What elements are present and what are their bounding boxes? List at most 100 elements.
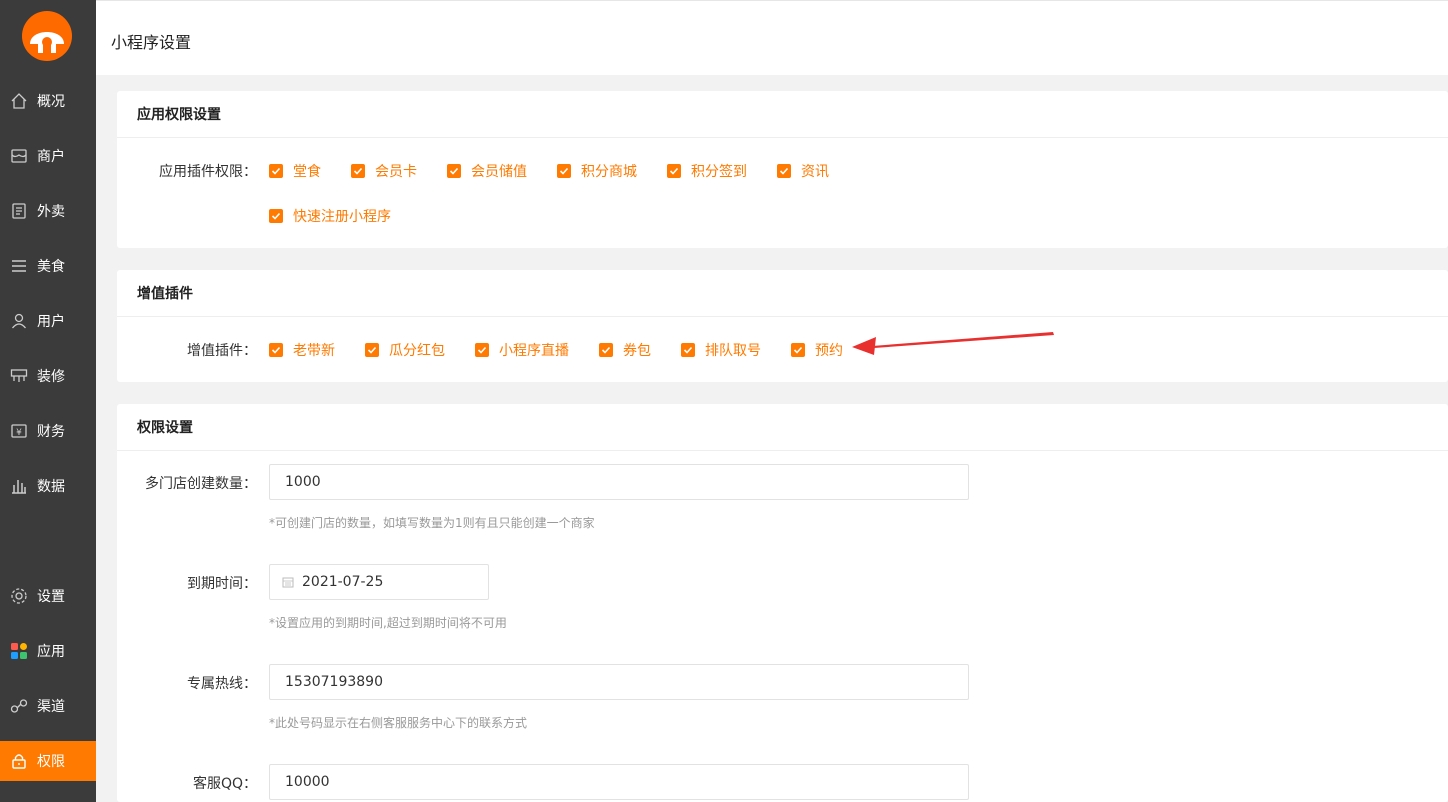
checkbox-label: 预约 — [815, 343, 843, 359]
checkbox-checked-icon — [365, 343, 379, 357]
app-plugin-label: 应用插件权限： — [159, 164, 257, 180]
home-icon — [10, 92, 28, 110]
checkbox-checked-icon — [777, 164, 791, 178]
hotline-hint: *此处号码显示在右侧客服服务中心下的联系方式 — [269, 716, 528, 730]
checkbox-checked-icon — [269, 209, 283, 223]
checkbox-points-signin[interactable]: 积分签到 — [667, 161, 747, 181]
checkbox-member-card[interactable]: 会员卡 — [351, 161, 417, 181]
checkbox-news[interactable]: 资讯 — [777, 161, 829, 181]
addons-label: 增值插件： — [187, 343, 257, 359]
card-title: 权限设置 — [117, 404, 1448, 451]
sidebar-item-decoration[interactable]: 装修 — [0, 356, 96, 396]
checkbox-label: 积分商城 — [581, 164, 637, 180]
checkbox-label: 排队取号 — [705, 343, 761, 359]
checkbox-label: 小程序直播 — [499, 343, 569, 359]
app-permissions-card: 应用权限设置 应用插件权限： 堂食 会员卡 会员储值 积分商城 积分签到 资讯 … — [117, 91, 1448, 248]
checkbox-label: 老带新 — [293, 343, 335, 359]
decorate-icon — [10, 367, 28, 385]
sidebar-item-label: 应用 — [37, 644, 65, 660]
sidebar-item-label: 财务 — [37, 424, 65, 440]
logo[interactable] — [22, 11, 72, 61]
logo-icon — [30, 32, 64, 53]
sidebar-item-finance[interactable]: ¥ 财务 — [0, 411, 96, 451]
checkbox-checked-icon — [475, 343, 489, 357]
menu-icon — [10, 257, 28, 275]
checkbox-reservation[interactable]: 预约 — [791, 340, 843, 360]
gear-icon — [10, 587, 28, 605]
checkbox-checked-icon — [681, 343, 695, 357]
sidebar-item-food[interactable]: 美食 — [0, 246, 96, 286]
chart-icon — [10, 477, 28, 495]
checkbox-checked-icon — [447, 164, 461, 178]
apps-icon — [10, 642, 28, 660]
sidebar-item-label: 数据 — [37, 479, 65, 495]
checkbox-checked-icon — [351, 164, 365, 178]
sidebar-item-label: 权限 — [37, 754, 65, 770]
sidebar-item-takeout[interactable]: 外卖 — [0, 191, 96, 231]
link-icon — [10, 697, 28, 715]
checkbox-checked-icon — [791, 343, 805, 357]
checkbox-checked-icon — [269, 343, 283, 357]
sidebar-item-merchant[interactable]: 商户 — [0, 136, 96, 176]
checkbox-checked-icon — [557, 164, 571, 178]
sidebar-item-label: 外卖 — [37, 204, 65, 220]
document-icon — [10, 202, 28, 220]
checkbox-live-stream[interactable]: 小程序直播 — [475, 340, 569, 360]
qq-value: 10000 — [285, 774, 330, 790]
permission-settings-card: 权限设置 多门店创建数量： 1000 *可创建门店的数量，如填写数量为1则有且只… — [117, 404, 1448, 802]
checkbox-label: 资讯 — [801, 164, 829, 180]
checkbox-label: 会员卡 — [375, 164, 417, 180]
checkbox-referral[interactable]: 老带新 — [269, 340, 335, 360]
sidebar-item-settings[interactable]: 设置 — [0, 576, 96, 616]
store-count-label: 多门店创建数量： — [145, 476, 257, 492]
sidebar-item-overview[interactable]: 概况 — [0, 81, 96, 121]
sidebar-item-label: 设置 — [37, 589, 65, 605]
hotline-label: 专属热线： — [187, 676, 257, 692]
hotline-input[interactable]: 15307193890 — [269, 664, 969, 700]
checkbox-checked-icon — [667, 164, 681, 178]
sidebar-item-label: 美食 — [37, 259, 65, 275]
checkbox-checked-icon — [599, 343, 613, 357]
calendar-icon — [282, 576, 294, 588]
checkbox-label: 会员储值 — [471, 164, 527, 180]
sidebar-item-permissions[interactable]: 权限 — [0, 741, 96, 781]
sidebar-item-label: 用户 — [37, 314, 65, 330]
sidebar-item-channel[interactable]: 渠道 — [0, 686, 96, 726]
page-header: 小程序设置 — [96, 0, 1448, 75]
checkbox-points-mall[interactable]: 积分商城 — [557, 161, 637, 181]
expire-date-input[interactable]: 2021-07-25 — [269, 564, 489, 600]
sidebar-item-label: 商户 — [37, 149, 65, 165]
card-title: 增值插件 — [117, 270, 1448, 317]
store-count-hint: *可创建门店的数量，如填写数量为1则有且只能创建一个商家 — [269, 516, 595, 530]
checkbox-checked-icon — [269, 164, 283, 178]
checkbox-label: 券包 — [623, 343, 651, 359]
page-title: 小程序设置 — [111, 33, 192, 52]
sidebar-item-label: 渠道 — [37, 699, 65, 715]
store-count-value: 1000 — [285, 474, 321, 490]
sidebar-item-data[interactable]: 数据 — [0, 466, 96, 506]
addons-card: 增值插件 增值插件： 老带新 瓜分红包 小程序直播 券包 排队取号 预约 — [117, 270, 1448, 382]
checkbox-member-balance[interactable]: 会员储值 — [447, 161, 527, 181]
sidebar-item-label: 装修 — [37, 369, 65, 385]
sidebar-item-label: 概况 — [37, 94, 65, 110]
expire-date-value: 2021-07-25 — [302, 574, 384, 590]
checkbox-label: 瓜分红包 — [389, 343, 445, 359]
sidebar-item-apps[interactable]: 应用 — [0, 631, 96, 671]
store-icon — [10, 147, 28, 165]
checkbox-split-redpacket[interactable]: 瓜分红包 — [365, 340, 445, 360]
lock-icon — [10, 752, 28, 770]
checkbox-quick-register[interactable]: 快速注册小程序 — [269, 206, 391, 226]
store-count-input[interactable]: 1000 — [269, 464, 969, 500]
finance-icon: ¥ — [10, 422, 28, 440]
checkbox-dine-in[interactable]: 堂食 — [269, 161, 321, 181]
checkbox-coupon-pack[interactable]: 券包 — [599, 340, 651, 360]
checkbox-queue-number[interactable]: 排队取号 — [681, 340, 761, 360]
checkbox-label: 快速注册小程序 — [293, 209, 391, 225]
card-title: 应用权限设置 — [117, 91, 1448, 138]
hotline-value: 15307193890 — [285, 674, 383, 690]
qq-input[interactable]: 10000 — [269, 764, 969, 800]
expire-hint: *设置应用的到期时间,超过到期时间将不可用 — [269, 616, 507, 630]
expire-label: 到期时间： — [187, 576, 257, 592]
annotation-arrow-icon — [852, 332, 1054, 355]
sidebar-item-users[interactable]: 用户 — [0, 301, 96, 341]
